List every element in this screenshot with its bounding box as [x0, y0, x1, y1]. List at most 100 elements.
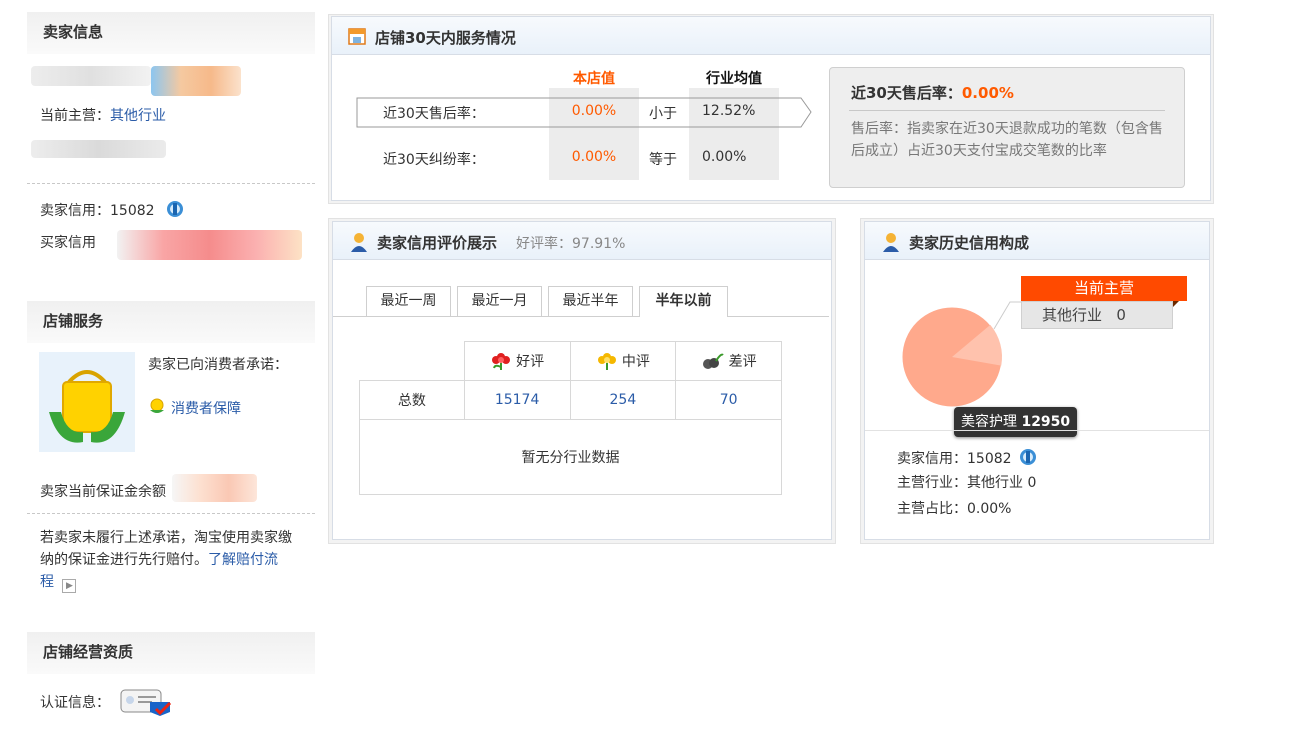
blurred-seller-badge [151, 66, 241, 96]
shop-icon [348, 28, 366, 45]
industry-value-header: 行业均值 [706, 71, 762, 87]
dispute-shop-value: 0.00% [571, 149, 617, 165]
cert-label: 认证信息： [40, 695, 110, 711]
red-flower-icon [492, 353, 511, 370]
history-credit-value: 15082 [967, 451, 1012, 467]
no-industry-data: 暂无分行业数据 [359, 419, 782, 495]
legend-other-industry: 其他行业 0 [1021, 301, 1173, 329]
pie-tooltip: 美容护理 12950 [954, 407, 1078, 437]
rating-table-header: 好评 中评 差评 [359, 341, 782, 381]
seller-credit-label: 卖家信用： [40, 203, 110, 219]
shop-service-title: 店铺服务 [27, 301, 315, 343]
compensation-flow-link-end[interactable]: 程 [40, 574, 54, 590]
bad-rating-header: 差评 [675, 341, 782, 381]
crown-credit-icon[interactable] [165, 199, 185, 219]
tip-title-row: 近30天售后率：0.00% [851, 82, 1014, 103]
good-rating-label: 好评 [516, 354, 545, 370]
rating-table: 好评 中评 差评 总数 15174 254 70 暂无分行业数据 [359, 341, 782, 495]
tip-value: 0.00% [961, 84, 1014, 102]
tab-bar-line [333, 316, 829, 317]
legend-item-value: 0 [1116, 306, 1126, 324]
rating-total-row: 总数 15174 254 70 [359, 380, 782, 420]
divider [27, 513, 315, 514]
consumer-guarantee-link[interactable]: 消费者保障 [171, 401, 241, 417]
history-title: 卖家历史信用构成 [909, 234, 1030, 252]
blurred-seller-name [31, 66, 151, 86]
left-sidebar: 卖家信息 当前主营：其他行业 卖家信用：15082 买家信用 店铺服务 卖家已向… [27, 12, 315, 742]
dispute-compare: 等于 [649, 152, 677, 168]
good-rating-header: 好评 [463, 341, 571, 381]
after-sale-shop-value: 0.00% [571, 103, 617, 119]
total-label: 总数 [359, 380, 465, 420]
neutral-rating-count[interactable]: 254 [569, 380, 677, 420]
tab-last-week[interactable]: 最近一周 [366, 286, 451, 316]
good-rate-value: 97.91% [572, 236, 626, 252]
deposit-label: 卖家当前保证金余额 [40, 484, 166, 500]
seller-avatar-icon [883, 233, 899, 252]
compensation-flow-link[interactable]: 了解赔付流 [208, 552, 278, 568]
good-rate-label: 好评率： [516, 236, 572, 252]
compensation-note: 若卖家未履行上述承诺，淘宝使用卖家缴纳的保证金进行先行赔付。了解赔付流程 ▶ [40, 527, 302, 593]
tip-description: 售后率：指卖家在近30天退款成功的笔数（包含售后成立）占近30天支付宝成交笔数的… [851, 121, 1163, 159]
history-credit-label: 卖家信用： [897, 451, 967, 467]
tab-last-half-year[interactable]: 最近半年 [548, 286, 633, 316]
shop-value-header: 本店值 [573, 71, 615, 87]
yellow-flower-icon [597, 353, 616, 370]
neutral-rating-header: 中评 [569, 341, 677, 381]
neutral-rating-label: 中评 [621, 354, 650, 370]
consumer-guarantee-image [39, 352, 135, 452]
rating-header: 卖家信用评价展示 好评率：97.91% [333, 222, 831, 260]
service30-title: 店铺30天内服务情况 [375, 29, 516, 47]
after-sale-tip-box: 近30天售后率：0.00% 售后率：指卖家在近30天退款成功的笔数（包含售后成立… [829, 67, 1185, 188]
main-ratio-line: 主营占比：0.00% [897, 501, 1012, 517]
blurred-buyer-credit [117, 230, 302, 260]
history-credit-row: 卖家信用：15082 [897, 447, 1038, 468]
good-rating-count[interactable]: 15174 [463, 380, 571, 420]
tooltip-label: 美容护理 [961, 414, 1017, 430]
promise-text: 卖家已向消费者承诺： [148, 357, 288, 373]
history-panel: 卖家历史信用构成 当前主营 其他行业 0 美容护理 12950 卖家信用：150… [864, 221, 1210, 540]
good-rate-row: 好评率：97.91% [516, 233, 625, 253]
buyer-credit-row: 买家信用 [40, 232, 96, 252]
tab-before-half-year[interactable]: 半年以前 [639, 286, 728, 317]
crown-credit-icon[interactable] [1018, 447, 1038, 467]
tab-last-month[interactable]: 最近一月 [457, 286, 542, 316]
blurred-location [31, 140, 166, 158]
guarantee-icon [150, 398, 164, 413]
after-sale-industry-value: 12.52% [702, 103, 756, 119]
bad-rating-count[interactable]: 70 [675, 380, 782, 420]
main-industry-line: 主营行业：其他行业 0 [897, 475, 1037, 491]
dispute-industry-value: 0.00% [702, 149, 747, 165]
tip-title: 近30天售后率： [851, 84, 962, 102]
seller-avatar-icon [351, 233, 367, 252]
rating-title: 卖家信用评价展示 [377, 234, 498, 252]
tooltip-value: 12950 [1021, 414, 1071, 430]
tip-divider [849, 110, 1165, 111]
legend-item-label: 其他行业 [1042, 306, 1103, 324]
seller-credit-value: 15082 [110, 203, 155, 219]
seller-credit-row: 卖家信用：15082 [40, 199, 185, 220]
service30-panel: 店铺30天内服务情况 本店值 行业均值 近30天售后率： 0.00% 小于 12… [331, 16, 1211, 201]
history-header: 卖家历史信用构成 [865, 222, 1209, 260]
empty-cell [359, 341, 465, 381]
wilted-flower-icon [702, 353, 724, 369]
guarantee-row: 消费者保障 [148, 398, 241, 418]
shopping-bag-hands-icon [49, 370, 125, 443]
seller-info-title: 卖家信息 [27, 12, 315, 54]
certificate-icon[interactable] [120, 688, 174, 716]
buyer-credit-label: 买家信用 [40, 235, 96, 251]
current-main-row: 当前主营：其他行业 [40, 105, 166, 125]
after-sale-rate-label: 近30天售后率： [383, 106, 485, 122]
arrow-right-icon[interactable]: ▶ [62, 579, 77, 593]
after-sale-compare: 小于 [649, 106, 677, 122]
service30-header: 店铺30天内服务情况 [332, 17, 1210, 55]
empty-data-row: 暂无分行业数据 [359, 419, 782, 495]
divider [27, 183, 315, 184]
bad-rating-label: 差评 [728, 354, 757, 370]
current-main-link[interactable]: 其他行业 [110, 108, 166, 124]
legend-current-main: 当前主营 [1021, 276, 1187, 301]
history-divider [865, 430, 1209, 431]
current-main-label: 当前主营： [40, 108, 110, 124]
dispute-rate-label: 近30天纠纷率： [383, 152, 485, 168]
qualification-title: 店铺经营资质 [27, 632, 315, 674]
